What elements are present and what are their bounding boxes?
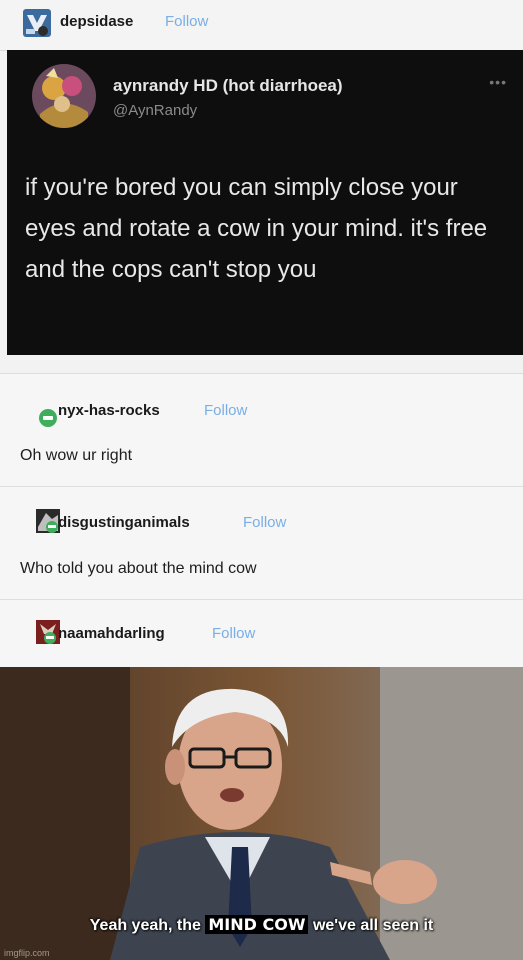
tweet-avatar[interactable] xyxy=(32,64,96,128)
post-author[interactable]: depsidase xyxy=(60,13,133,30)
reblog-username[interactable]: nyx-has-rocks xyxy=(58,402,160,419)
depsidase-avatar[interactable] xyxy=(23,9,51,37)
tweet-handle[interactable]: @AynRandy xyxy=(113,102,197,119)
tweet-text: if you're bored you can simply close you… xyxy=(25,174,488,283)
imgflip-watermark: imgflip.com xyxy=(4,948,50,958)
meme-image: Yeah yeah, the MIND COW we've all seen i… xyxy=(0,667,523,960)
meme-caption: Yeah yeah, the MIND COW we've all seen i… xyxy=(0,915,523,935)
more-options-icon[interactable]: ••• xyxy=(489,74,507,90)
disgustinganimals-avatar[interactable] xyxy=(36,509,60,533)
reblog-entry: nyx-has-rocks Follow Oh wow ur right xyxy=(0,373,523,487)
naamahdarling-avatar[interactable] xyxy=(36,620,60,644)
follow-button[interactable]: Follow xyxy=(204,402,247,419)
reblog-comment: Oh wow ur right xyxy=(20,447,133,464)
caption-pre: Yeah yeah, the xyxy=(89,917,201,934)
reblog-entry: naamahdarling Follow xyxy=(0,599,523,668)
follow-button[interactable]: Follow xyxy=(165,13,208,30)
caption-post: we've all seen it xyxy=(312,917,434,934)
nyx-has-rocks-avatar[interactable] xyxy=(36,404,60,428)
reblog-username[interactable]: disgustinganimals xyxy=(58,514,190,531)
follow-button[interactable]: Follow xyxy=(212,625,255,642)
caption-highlight: MIND COW xyxy=(205,915,309,934)
post-header: depsidase Follow xyxy=(0,0,523,51)
reblog-comment: Who told you about the mind cow xyxy=(20,560,257,577)
tweet-display-name[interactable]: aynrandy HD (hot diarrhoea) xyxy=(113,76,343,96)
reblog-username[interactable]: naamahdarling xyxy=(58,625,165,642)
reblog-entry: disgustinganimals Follow Who told you ab… xyxy=(0,486,523,600)
follow-button[interactable]: Follow xyxy=(243,514,286,531)
tweet-card: aynrandy HD (hot diarrhoea) @AynRandy ••… xyxy=(7,50,523,355)
